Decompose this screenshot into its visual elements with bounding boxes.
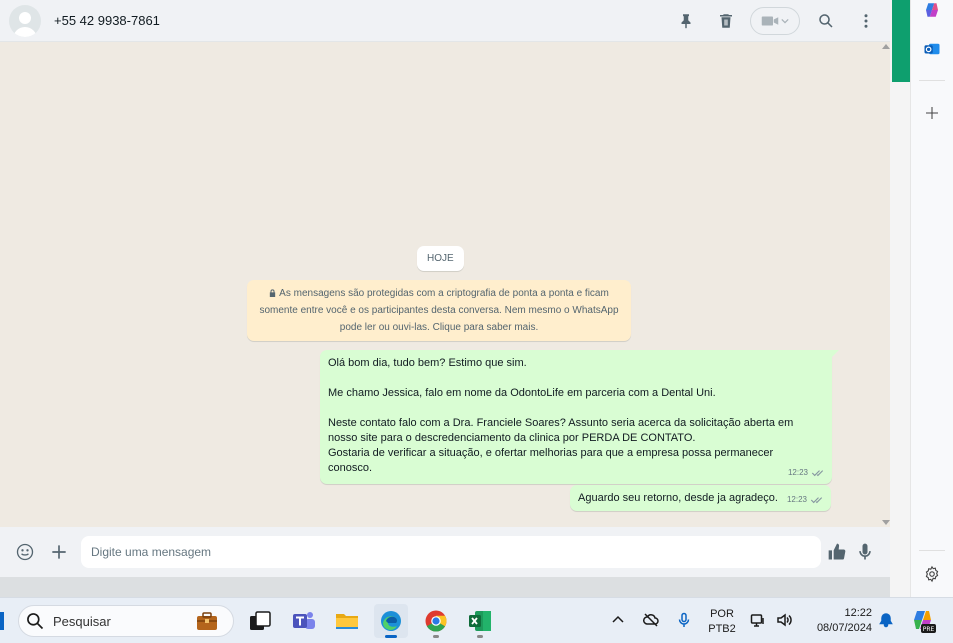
more-vertical-icon[interactable] bbox=[856, 11, 876, 31]
encryption-notice-line: somente entre você e os participantes de… bbox=[259, 305, 619, 316]
lock-icon bbox=[269, 289, 276, 297]
microphone-tray-icon[interactable] bbox=[676, 612, 692, 628]
system-clock[interactable]: 12:22 08/07/2024 bbox=[802, 606, 872, 636]
chat-scrollbar[interactable] bbox=[882, 42, 890, 527]
volume-icon[interactable] bbox=[776, 612, 792, 628]
thumbs-up-icon[interactable] bbox=[827, 542, 847, 562]
notification-bell-icon[interactable] bbox=[878, 612, 894, 628]
taskbar: Pesquisar POR PTB2 12:22 08/07/2024 PRE bbox=[0, 597, 953, 643]
chrome-icon[interactable] bbox=[419, 604, 453, 638]
settings-gear-icon[interactable] bbox=[922, 564, 942, 584]
search-icon bbox=[25, 611, 45, 631]
active-app-indicator bbox=[385, 635, 397, 638]
message-line: Me chamo Jessica, falo em nome da Odonto… bbox=[328, 387, 716, 399]
microphone-icon[interactable] bbox=[855, 542, 875, 562]
taskbar-search-label: Pesquisar bbox=[53, 613, 111, 629]
language-indicator[interactable]: POR PTB2 bbox=[705, 607, 739, 637]
network-disconnected-icon[interactable] bbox=[643, 612, 659, 628]
message-bubble-outgoing[interactable]: Aguardo seu retorno, desde ja agradeço. … bbox=[570, 485, 831, 511]
clock-date: 08/07/2024 bbox=[816, 622, 872, 634]
start-button-edge[interactable] bbox=[0, 612, 4, 630]
copilot-pre-icon[interactable]: PRE bbox=[910, 608, 936, 634]
open-app-indicator bbox=[477, 635, 483, 638]
excel-icon[interactable] bbox=[463, 604, 497, 638]
keyboard-layout-label: PTB2 bbox=[708, 623, 736, 635]
app-bottom-band bbox=[0, 577, 890, 597]
briefcase-icon bbox=[195, 611, 219, 631]
file-explorer-icon[interactable] bbox=[330, 604, 364, 638]
composer bbox=[0, 527, 890, 577]
search-icon[interactable] bbox=[816, 11, 836, 31]
attach-plus-icon[interactable] bbox=[49, 542, 69, 562]
clock-time: 12:22 bbox=[844, 607, 872, 619]
sidebar-divider bbox=[919, 550, 945, 551]
pin-icon[interactable] bbox=[676, 11, 696, 31]
message-line: Gostaria de verificar a situação, e ofer… bbox=[328, 447, 774, 459]
contact-name[interactable]: +55 42 9938-7861 bbox=[54, 13, 160, 28]
copilot-icon[interactable] bbox=[922, 0, 942, 20]
chevron-up-icon[interactable] bbox=[610, 612, 626, 628]
message-line: Neste contato falo com a Dra. Franciele … bbox=[328, 417, 794, 429]
taskbar-search-box[interactable]: Pesquisar bbox=[18, 605, 234, 637]
message-input[interactable] bbox=[81, 536, 821, 568]
message-meta: 12:23 bbox=[787, 492, 823, 507]
date-chip: HOJE bbox=[417, 246, 464, 271]
teams-icon[interactable] bbox=[287, 604, 321, 638]
scroll-up-arrow-icon[interactable] bbox=[882, 44, 890, 49]
edge-browser-icon[interactable] bbox=[374, 604, 408, 638]
chevron-down-icon bbox=[781, 18, 789, 23]
header-actions bbox=[676, 6, 876, 35]
message-line: Olá bom dia, tudo bem? Estimo que sim. bbox=[328, 357, 527, 369]
encryption-notice-line: pode ler ou ouvi-las. Clique para saber … bbox=[339, 322, 539, 333]
language-label: POR bbox=[710, 608, 734, 620]
avatar[interactable] bbox=[9, 4, 41, 37]
emoji-icon[interactable] bbox=[15, 542, 35, 562]
message-time: 12:23 bbox=[787, 468, 808, 477]
message-line: nosso site para o descredenciamento da c… bbox=[328, 432, 696, 444]
bubble-tail bbox=[831, 350, 839, 358]
double-check-icon bbox=[811, 469, 824, 477]
message-line: conosco. bbox=[328, 462, 373, 474]
message-meta: 12:23 bbox=[788, 465, 824, 480]
trash-icon[interactable] bbox=[716, 11, 736, 31]
video-call-button[interactable] bbox=[750, 6, 800, 35]
display-icon[interactable] bbox=[750, 612, 766, 628]
outlook-icon[interactable] bbox=[922, 39, 942, 59]
double-check-icon bbox=[810, 496, 823, 504]
svg-text:PRE: PRE bbox=[923, 626, 935, 633]
open-app-indicator bbox=[433, 635, 439, 638]
chat-header: +55 42 9938-7861 bbox=[0, 0, 890, 42]
video-camera-icon bbox=[761, 16, 779, 25]
encryption-notice-line: As mensagens são protegidas com a cripto… bbox=[279, 288, 609, 299]
add-sidebar-app-icon[interactable] bbox=[922, 103, 942, 123]
encryption-notice[interactable]: As mensagens são protegidas com a cripto… bbox=[247, 280, 631, 341]
browser-sidebar bbox=[910, 0, 953, 597]
scroll-down-arrow-icon[interactable] bbox=[882, 520, 890, 525]
chat-area[interactable]: HOJE As mensagens são protegidas com a c… bbox=[0, 42, 890, 527]
message-bubble-outgoing[interactable]: Olá bom dia, tudo bem? Estimo que sim. M… bbox=[320, 350, 839, 484]
task-view-icon[interactable] bbox=[243, 604, 277, 638]
page-scrollbar-thumb[interactable] bbox=[892, 0, 910, 82]
page-scrollbar[interactable] bbox=[890, 0, 910, 597]
message-time: 12:23 bbox=[786, 495, 807, 504]
sidebar-divider bbox=[919, 80, 945, 81]
